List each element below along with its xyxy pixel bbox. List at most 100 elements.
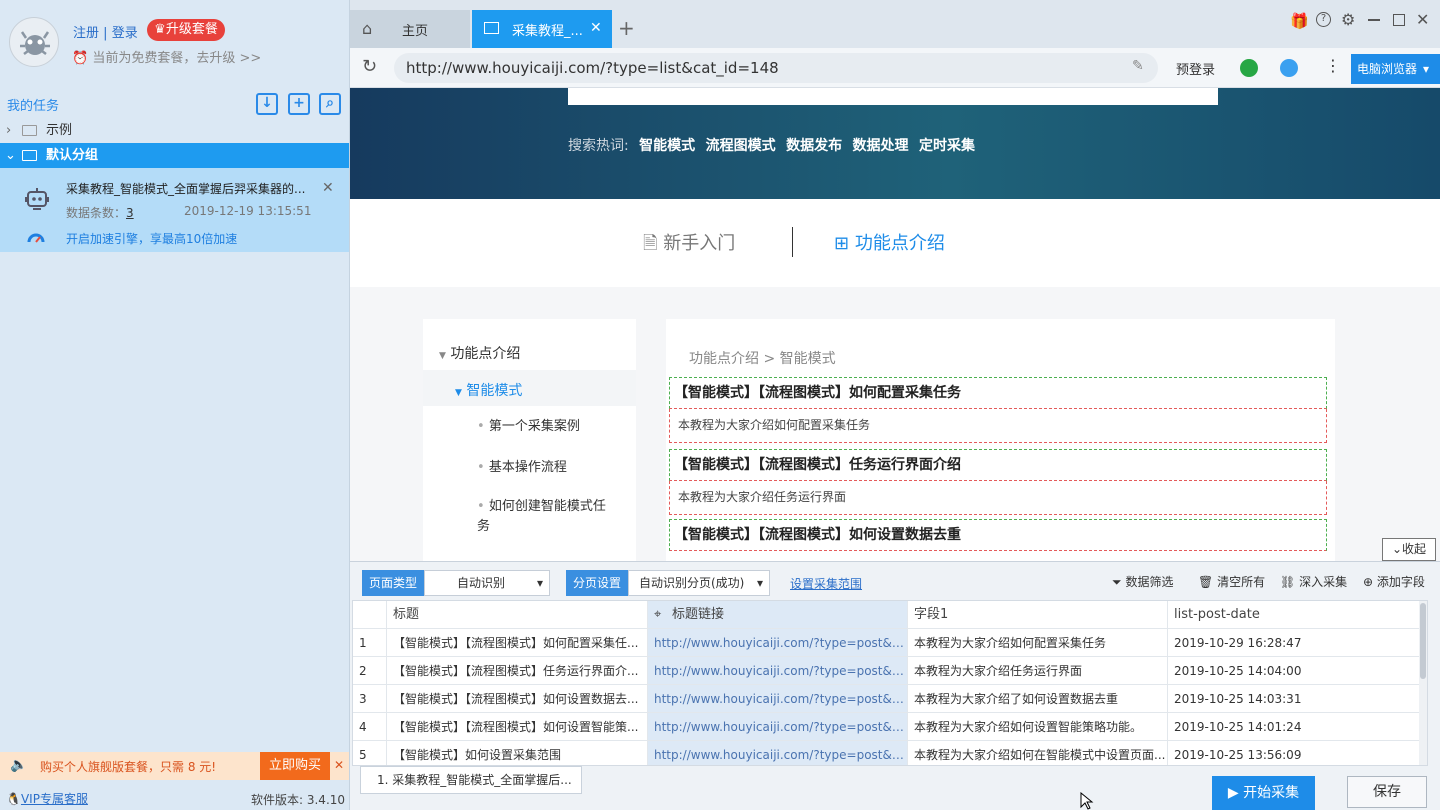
table-cell[interactable]: 本教程为大家介绍如何设置智能策略功能。 (908, 713, 1168, 741)
url-cell[interactable]: http://www.houyicaiji.com/?type=post&pid… (648, 713, 908, 741)
close-icon[interactable]: ✕ (334, 758, 344, 772)
edit-icon[interactable]: ✎ (1132, 58, 1144, 74)
page-type-select[interactable]: 自动识别 ▾ (424, 570, 550, 596)
close-icon[interactable]: ✕ (590, 20, 602, 36)
table-cell[interactable]: 【智能模式】【流程图模式】任务运行界面介... (387, 657, 648, 685)
browser-mode-select[interactable]: 电脑浏览器 ▾ (1351, 54, 1440, 84)
start-button[interactable]: ▶ 开始采集 (1212, 776, 1315, 810)
row-index[interactable]: 2 (353, 657, 387, 685)
hot-word[interactable]: 数据发布 (786, 138, 842, 154)
help-icon[interactable]: ? (1316, 12, 1331, 27)
table-cell[interactable]: 2019-10-25 14:03:31 (1168, 685, 1427, 713)
sidebar-item-smart[interactable]: ▼ 智能模式 (423, 370, 636, 406)
nav-features[interactable]: ⊞ 功能点介绍 (834, 229, 945, 255)
sidebar-item[interactable]: • 基本操作流程 (477, 456, 567, 475)
group-default[interactable]: ⌄ 默认分组 (0, 143, 349, 168)
url-input[interactable]: http://www.houyicaiji.com/?type=list&cat… (394, 53, 1158, 83)
nav-beginner[interactable]: 🗎 新手入门 (643, 229, 735, 261)
sidebar-label: 基本操作流程 (488, 460, 567, 475)
page-tab[interactable]: 1. 采集教程_智能模式_全面掌握后... (360, 766, 582, 794)
new-tab-icon[interactable]: + (618, 16, 635, 40)
site-nav: 🗎 新手入门 ⊞ 功能点介绍 (350, 199, 1440, 287)
buy-now-button[interactable]: 立即购买 (260, 752, 330, 780)
gear-icon[interactable]: ⚙ (1341, 10, 1355, 29)
promo-bar: 🔈 购买个人旗舰版套餐，只需 8 元! 立即购买 ✕ (0, 752, 349, 780)
scrollbar[interactable] (1419, 601, 1427, 765)
drop-icon[interactable] (1280, 59, 1298, 77)
column-header[interactable]: 字段1 (908, 601, 1168, 629)
column-header[interactable]: list-post-date (1168, 601, 1427, 629)
column-header-selected[interactable]: ⌖ 标题链接 (648, 601, 908, 629)
table-cell[interactable]: 本教程为大家介绍了如何设置数据去重 (908, 685, 1168, 713)
table-cell[interactable]: 2019-10-25 13:56:09 (1168, 741, 1427, 765)
count-value[interactable]: 3 (126, 206, 134, 220)
hot-word[interactable]: 流程图模式 (706, 138, 776, 154)
range-link[interactable]: 设置采集范围 (790, 575, 862, 592)
table-cell[interactable]: 2019-10-29 16:28:47 (1168, 629, 1427, 657)
article-title[interactable]: 【智能模式】【流程图模式】如何配置采集任务 (669, 377, 1327, 409)
table-cell[interactable]: 本教程为大家介绍如何配置采集任务 (908, 629, 1168, 657)
row-index[interactable]: 3 (353, 685, 387, 713)
vip-link[interactable]: VIP专属客服 (21, 792, 88, 806)
table-cell[interactable]: 本教程为大家介绍任务运行界面 (908, 657, 1168, 685)
tab-home[interactable]: ⌂ 主页 (350, 10, 470, 48)
green-leaf-icon[interactable] (1240, 59, 1258, 77)
scrollbar-thumb[interactable] (1420, 603, 1426, 679)
import-task-icon[interactable]: ↓ (256, 93, 278, 115)
close-window-icon[interactable]: ✕ (1416, 10, 1429, 29)
column-header[interactable]: 标题 (387, 601, 648, 629)
table-cell[interactable]: 2019-10-25 14:01:24 (1168, 713, 1427, 741)
collapse-button[interactable]: ⌄收起 (1382, 538, 1436, 561)
table-cell[interactable]: 【智能模式】【流程图模式】如何配置采集任... (387, 629, 648, 657)
url-cell[interactable]: http://www.houyicaiji.com/?type=post&pid… (648, 685, 908, 713)
row-index[interactable]: 1 (353, 629, 387, 657)
refresh-icon[interactable]: ↻ (362, 56, 377, 77)
plan-note-text: 当前为免费套餐，去升级 >> (92, 51, 262, 66)
gift-icon[interactable]: 🎁 (1290, 12, 1309, 30)
clear-button[interactable]: 🗑 清空所有 (1198, 573, 1265, 590)
prelogin-button[interactable]: 预登录 (1176, 59, 1215, 78)
save-button[interactable]: 保存 (1347, 776, 1427, 808)
article-title[interactable]: 【智能模式】【流程图模式】任务运行界面介绍 (669, 449, 1327, 481)
avatar[interactable] (9, 17, 59, 67)
tab-active[interactable]: 采集教程_... ✕ (472, 10, 612, 48)
more-icon[interactable]: ⋮ (1325, 56, 1341, 75)
task-name: 采集教程_智能模式_全面掌握后羿采集器的... (66, 182, 306, 196)
minimize-icon[interactable] (1368, 19, 1380, 21)
sidebar-item[interactable]: • 第一个采集案例 (477, 415, 580, 434)
url-cell[interactable]: http://www.houyicaiji.com/?type=post&pid… (648, 741, 908, 765)
table-cell[interactable]: 【智能模式】如何设置采集范围 (387, 741, 648, 765)
add-field-button[interactable]: ⊕ 添加字段 (1363, 573, 1425, 590)
url-cell[interactable]: http://www.houyicaiji.com/?type=post&pid… (648, 657, 908, 685)
hot-word[interactable]: 数据处理 (853, 138, 909, 154)
search-task-icon[interactable]: ⌕ (319, 93, 341, 115)
row-index[interactable]: 4 (353, 713, 387, 741)
url-cell[interactable]: http://www.houyicaiji.com/?type=post&pid… (648, 629, 908, 657)
paging-select[interactable]: 自动识别分页(成功) ▾ (628, 570, 770, 596)
sidebar-item[interactable]: • 如何创建智能模式任务 (477, 497, 607, 537)
close-icon[interactable]: ✕ (322, 180, 334, 196)
table-cell[interactable]: 本教程为大家介绍如何在智能模式中设置页面... (908, 741, 1168, 765)
plan-note[interactable]: ⏰ 当前为免费套餐，去升级 >> (72, 47, 261, 66)
table-cell[interactable]: 2019-10-25 14:04:00 (1168, 657, 1427, 685)
login-link[interactable]: 登录 (112, 26, 138, 41)
new-task-icon[interactable]: + (288, 93, 310, 115)
filter-button[interactable]: ⏷ 数据筛选 (1112, 573, 1173, 590)
hot-word[interactable]: 智能模式 (639, 138, 695, 154)
upgrade-button[interactable]: ♛升级套餐 (147, 19, 225, 41)
row-index[interactable]: 5 (353, 741, 387, 765)
group-example[interactable]: › 示例 (0, 118, 349, 143)
article-title[interactable]: 【智能模式】【流程图模式】如何设置数据去重 (669, 519, 1327, 551)
deep-collect-button[interactable]: ⛓ 深入采集 (1280, 573, 1347, 590)
accel-link[interactable]: 开启加速引擎，享最高10倍加速 (66, 230, 237, 247)
hot-words: 搜索热词: 智能模式 流程图模式 数据发布 数据处理 定时采集 (568, 135, 975, 155)
site-search-input[interactable] (568, 88, 1218, 105)
maximize-icon[interactable] (1393, 14, 1405, 26)
vip-service[interactable]: 🐧VIP专属客服 (6, 790, 88, 807)
sidebar-root[interactable]: ▼ 功能点介绍 (439, 343, 520, 363)
task-item[interactable]: 采集教程_智能模式_全面掌握后羿采集器的... ✕ 数据条数：3 2019-12… (0, 168, 349, 252)
register-link[interactable]: 注册 (73, 26, 99, 41)
table-cell[interactable]: 【智能模式】【流程图模式】如何设置数据去... (387, 685, 648, 713)
hot-word[interactable]: 定时采集 (919, 138, 975, 154)
table-cell[interactable]: 【智能模式】【流程图模式】如何设置智能策... (387, 713, 648, 741)
